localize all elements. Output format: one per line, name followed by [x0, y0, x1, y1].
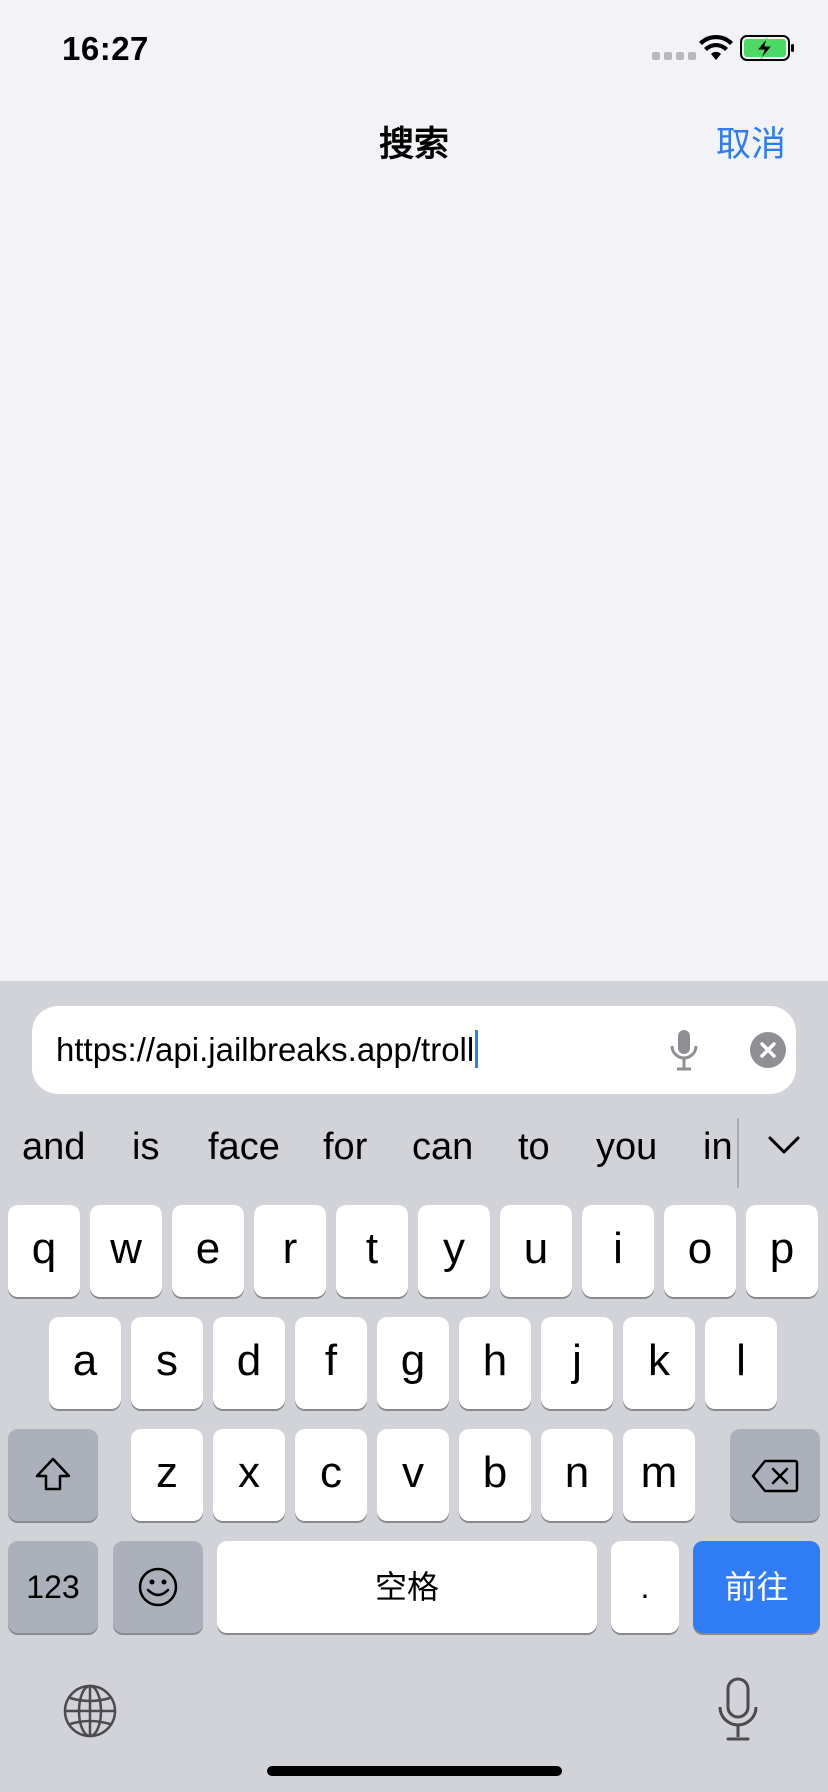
key-g[interactable]: g	[377, 1317, 449, 1409]
key-f[interactable]: f	[295, 1317, 367, 1409]
key-v[interactable]: v	[377, 1429, 449, 1521]
status-time: 16:27	[62, 30, 149, 67]
key-k[interactable]: k	[623, 1317, 695, 1409]
suggestion-item[interactable]: face	[208, 1126, 280, 1169]
suggestion-bar: and is face for can to you in	[0, 1118, 828, 1188]
key-x[interactable]: x	[213, 1429, 285, 1521]
go-button[interactable]: 前往	[693, 1541, 820, 1633]
backspace-icon	[751, 1459, 799, 1493]
key-o[interactable]: o	[664, 1205, 736, 1297]
emoji-icon	[138, 1567, 178, 1607]
key-e[interactable]: e	[172, 1205, 244, 1297]
home-indicator	[267, 1766, 562, 1776]
keyboard-area: https://api.jailbreaks.app/troll and is …	[0, 981, 828, 1792]
key-a[interactable]: a	[49, 1317, 121, 1409]
suggestion-item[interactable]: you	[596, 1126, 657, 1169]
chevron-down-icon[interactable]	[764, 1130, 804, 1160]
key-h[interactable]: h	[459, 1317, 531, 1409]
shift-icon	[35, 1457, 71, 1491]
key-n[interactable]: n	[541, 1429, 613, 1521]
status-bar: 16:27	[0, 0, 828, 100]
key-u[interactable]: u	[500, 1205, 572, 1297]
suggestion-item[interactable]: can	[412, 1126, 473, 1169]
text-caret	[475, 1030, 479, 1068]
cancel-button[interactable]: 取消	[716, 116, 786, 167]
space-key[interactable]: 空格	[217, 1541, 597, 1633]
key-j[interactable]: j	[541, 1317, 613, 1409]
wifi-icon	[699, 34, 733, 60]
suggestion-item[interactable]: for	[323, 1126, 367, 1169]
dictation-microphone-icon[interactable]	[716, 1677, 760, 1743]
search-input[interactable]: https://api.jailbreaks.app/troll	[32, 1006, 796, 1094]
emoji-key[interactable]	[113, 1541, 203, 1633]
search-input-text[interactable]: https://api.jailbreaks.app/troll	[56, 1030, 479, 1069]
dot-key[interactable]: .	[611, 1541, 679, 1633]
key-w[interactable]: w	[90, 1205, 162, 1297]
key-c[interactable]: c	[295, 1429, 367, 1521]
suggestion-item[interactable]: and	[22, 1126, 85, 1169]
backspace-key[interactable]	[730, 1429, 820, 1521]
key-m[interactable]: m	[623, 1429, 695, 1521]
key-q[interactable]: q	[8, 1205, 80, 1297]
microphone-icon[interactable]	[664, 1028, 704, 1072]
clear-icon[interactable]	[750, 1032, 786, 1068]
suggestion-divider	[737, 1118, 739, 1188]
suggestion-item[interactable]: to	[518, 1126, 550, 1169]
key-t[interactable]: t	[336, 1205, 408, 1297]
key-r[interactable]: r	[254, 1205, 326, 1297]
key-i[interactable]: i	[582, 1205, 654, 1297]
key-d[interactable]: d	[213, 1317, 285, 1409]
page-title: 搜索	[378, 125, 449, 164]
globe-icon[interactable]	[62, 1683, 118, 1739]
key-l[interactable]: l	[705, 1317, 777, 1409]
key-y[interactable]: y	[418, 1205, 490, 1297]
key-b[interactable]: b	[459, 1429, 531, 1521]
suggestion-item[interactable]: is	[132, 1126, 159, 1169]
key-s[interactable]: s	[131, 1317, 203, 1409]
key-p[interactable]: p	[746, 1205, 818, 1297]
signal-dots-icon	[652, 52, 696, 60]
shift-key[interactable]	[8, 1429, 98, 1521]
key-z[interactable]: z	[131, 1429, 203, 1521]
suggestion-item[interactable]: in	[703, 1126, 733, 1169]
numbers-key[interactable]: 123	[8, 1541, 98, 1633]
battery-charging-icon	[740, 35, 794, 61]
